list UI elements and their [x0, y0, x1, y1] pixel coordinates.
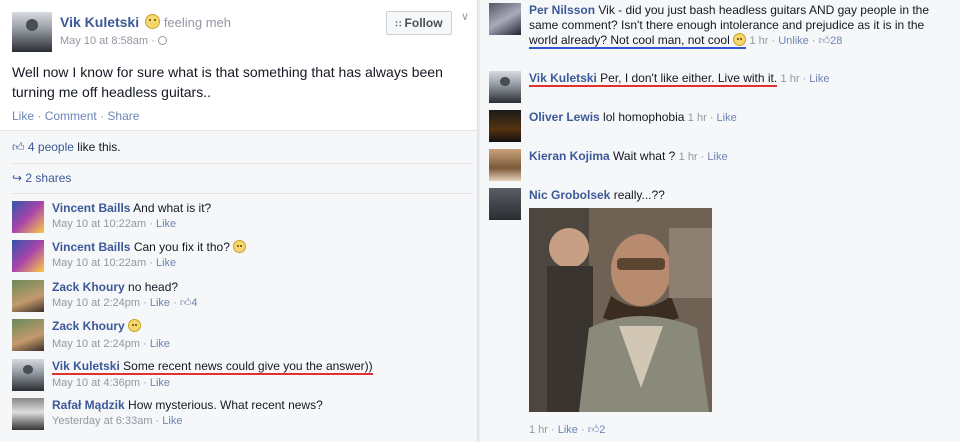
comment-time[interactable]: 1 hr	[781, 73, 800, 85]
thumbs-up-icon: 👍︎	[587, 424, 600, 436]
avatar[interactable]	[489, 149, 521, 181]
smile-emoji-icon	[733, 33, 747, 46]
commenter-name[interactable]: Rafał Mądzik	[52, 398, 125, 412]
post-text: Well now I know for sure what is that so…	[12, 64, 443, 100]
divider	[12, 193, 472, 194]
like-link[interactable]: Like	[150, 338, 170, 350]
comment-text: Can you fix it tho?	[133, 240, 230, 254]
highlight-underline: Vik Kuletski Per, I don't like either. L…	[529, 71, 778, 87]
comment-text: no head?	[128, 280, 179, 294]
likes-count-link[interactable]: 4 people	[28, 140, 74, 154]
like-link[interactable]: Like	[707, 151, 727, 163]
avatar[interactable]	[489, 3, 521, 35]
photo-comment-meta: 1 hr · Like · 👍︎2	[529, 424, 606, 436]
like-count[interactable]: 28	[830, 35, 842, 47]
commenter-name[interactable]: Vincent Baills	[52, 201, 130, 215]
comment-time[interactable]: May 10 at 10:22am	[52, 218, 146, 230]
comment-text: lol homophobia	[603, 110, 685, 124]
comment-text: And what is it?	[133, 201, 212, 215]
commenter-name[interactable]: Per Nilsson	[529, 3, 595, 17]
comment-time[interactable]: Yesterday at 6:33am	[52, 415, 153, 427]
like-link[interactable]: Like	[717, 112, 737, 124]
share-arrow-icon: ↪	[12, 171, 23, 185]
author-name[interactable]: Vik Kuletski	[60, 14, 139, 30]
thumbs-up-icon: 👍︎	[12, 140, 25, 154]
photo-illustration	[529, 208, 712, 412]
post-actions: Like · Comment · Share	[12, 109, 140, 123]
commenter-name[interactable]: Vik Kuletski	[52, 359, 120, 373]
avatar[interactable]	[12, 398, 44, 430]
post-header: Vik Kuletski feeling meh May 10 at 8:58a…	[60, 14, 232, 47]
post-timestamp[interactable]: May 10 at 8:58am	[60, 35, 148, 47]
avatar[interactable]	[489, 110, 521, 142]
avatar[interactable]	[12, 240, 44, 272]
likes-summary: 👍︎ 4 people like this.	[12, 140, 121, 154]
divider	[12, 163, 472, 164]
commenter-name[interactable]: Oliver Lewis	[529, 110, 600, 124]
shares-summary: ↪ 2 shares	[12, 171, 71, 185]
comment-link[interactable]: Comment	[45, 109, 97, 123]
avatar[interactable]	[12, 201, 44, 233]
avatar[interactable]	[12, 359, 44, 391]
like-link[interactable]: Like	[12, 109, 34, 123]
like-link[interactable]: Like	[809, 73, 829, 85]
unlike-link[interactable]: Unlike	[778, 35, 809, 47]
comment-text: Per, I don't like either. Live with it.	[600, 71, 778, 85]
comment-text: How mysterious. What recent news?	[128, 398, 323, 412]
comment-text: Some recent news could give you the answ…	[123, 359, 373, 373]
author-avatar[interactable]	[12, 12, 52, 52]
highlight-underline: Vik Kuletski Some recent news could give…	[52, 359, 373, 375]
commenter-name[interactable]: Vincent Baills	[52, 240, 130, 254]
highlight-underline: world already? Not cool man, not cool	[529, 33, 747, 49]
like-link[interactable]: Like	[150, 297, 170, 309]
like-link[interactable]: Like	[162, 415, 182, 427]
globe-icon	[157, 36, 167, 45]
smile-emoji-icon	[128, 319, 142, 332]
follow-button[interactable]: ∷ Follow	[386, 11, 452, 35]
shares-link[interactable]: 2 shares	[25, 171, 71, 185]
thumbs-up-icon: 👍︎	[818, 35, 831, 47]
avatar[interactable]	[489, 188, 521, 220]
share-link[interactable]: Share	[107, 109, 139, 123]
commenter-name[interactable]: Zack Khoury	[52, 319, 125, 333]
comment-time[interactable]: 1 hr	[529, 424, 548, 436]
like-link[interactable]: Like	[156, 218, 176, 230]
avatar[interactable]	[12, 319, 44, 351]
commenter-name[interactable]: Nic Grobolsek	[529, 188, 610, 202]
like-link[interactable]: Like	[150, 377, 170, 389]
comments-panel: Per Nilsson Vik - did you just bash head…	[480, 0, 960, 442]
commenter-name[interactable]: Kieran Kojima	[529, 149, 610, 163]
like-count[interactable]: 2	[599, 424, 605, 436]
comment-time[interactable]: May 10 at 10:22am	[52, 257, 146, 269]
commenter-name[interactable]: Zack Khoury	[52, 280, 125, 294]
comment-photo[interactable]	[529, 208, 712, 412]
grimace-emoji-icon	[233, 240, 247, 253]
comment-time[interactable]: May 10 at 2:24pm	[52, 297, 140, 309]
rss-icon: ∷	[395, 19, 402, 29]
like-count[interactable]: 4	[191, 297, 197, 309]
chevron-down-icon[interactable]: ∨	[461, 10, 469, 23]
thumbs-up-icon: 👍︎	[179, 297, 192, 309]
like-link[interactable]: Like	[156, 257, 176, 269]
avatar[interactable]	[489, 71, 521, 103]
comment-time[interactable]: 1 hr	[688, 112, 707, 124]
comment-time[interactable]: 1 hr	[749, 35, 768, 47]
commenter-name[interactable]: Vik Kuletski	[529, 71, 597, 85]
post-panel: Vik Kuletski feeling meh May 10 at 8:58a…	[0, 0, 478, 442]
comment-time[interactable]: 1 hr	[679, 151, 698, 163]
avatar[interactable]	[12, 280, 44, 312]
meh-emoji-icon	[145, 14, 161, 29]
comment-text: really...??	[613, 188, 665, 202]
comment-time[interactable]: May 10 at 2:24pm	[52, 338, 140, 350]
feeling-text: feeling meh	[163, 15, 232, 30]
comment-text-cont: world already? Not cool man, not cool	[529, 33, 730, 47]
comment-time[interactable]: May 10 at 4:36pm	[52, 377, 140, 389]
like-link[interactable]: Like	[558, 424, 578, 436]
comment-text: Wait what ?	[613, 149, 676, 163]
